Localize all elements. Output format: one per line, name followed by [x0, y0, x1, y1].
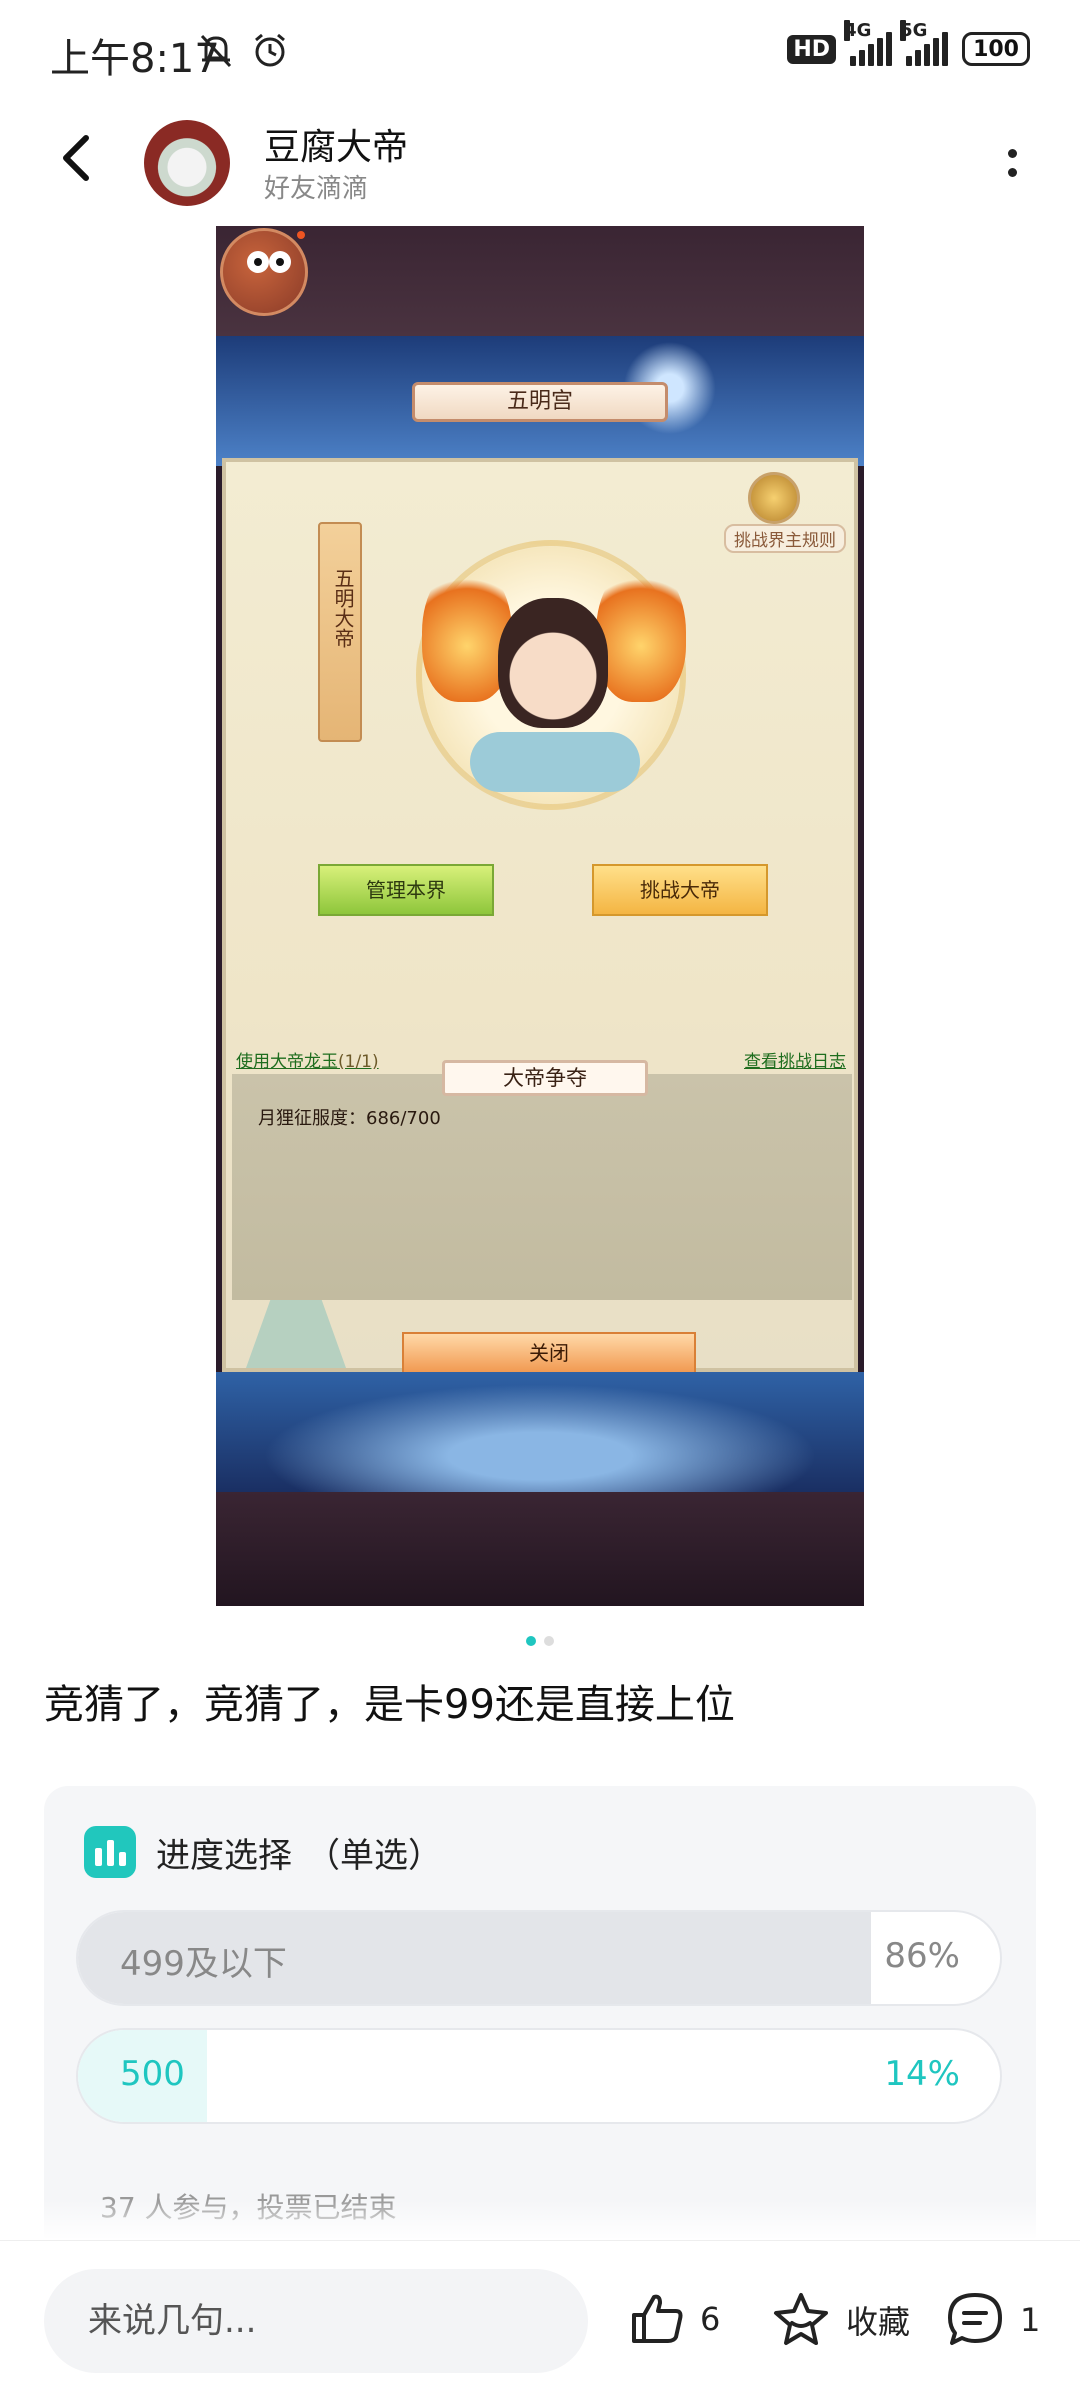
more-dot	[1007, 149, 1017, 158]
battery-level: 100	[973, 36, 1019, 62]
comment-bubble-icon	[948, 2293, 1002, 2345]
cloud-base	[470, 732, 640, 792]
rules-label[interactable]: 挑战界主规则	[724, 524, 846, 553]
post-header: 豆腐大帝 好友滴滴	[0, 110, 1080, 210]
poll-option[interactable]: 499及以下 86%	[76, 1910, 1002, 2006]
game-mascot-icon	[220, 228, 308, 316]
game-top-band	[216, 226, 864, 336]
status-bar: 上午8:17 HD 4G 5G 100	[0, 0, 1080, 110]
status-icons	[196, 30, 290, 70]
favorite-button[interactable]: 收藏	[770, 2289, 910, 2351]
comment-button[interactable]: 1	[944, 2289, 1040, 2351]
game-close-button[interactable]: 关闭	[402, 1332, 696, 1374]
signal-5g-icon: 5G	[900, 20, 949, 66]
flame-right	[596, 562, 686, 702]
game-panel: 五明大帝 挑战界主规则 管理本界 挑战大帝 使用大帝龙玉(1/1) 查看挑战日志…	[222, 458, 858, 1374]
notification-dot	[297, 231, 305, 239]
poll-card: 进度选择（单选） 499及以下 86% 500 14% 37 人参与，投票已结束	[44, 1786, 1036, 2256]
username[interactable]: 豆腐大帝	[264, 118, 408, 170]
use-jade-count: (1/1)	[338, 1052, 379, 1072]
poll-option-label: 500	[120, 2054, 185, 2094]
user-subtitle: 好友滴滴	[264, 174, 369, 204]
carousel-indicator	[0, 1636, 1080, 1646]
favorite-label: 收藏	[846, 2303, 911, 2341]
star-icon	[774, 2293, 828, 2345]
scroll-text: 五明大帝	[331, 568, 355, 648]
back-button[interactable]	[48, 128, 108, 188]
carousel-dot[interactable]	[544, 1636, 554, 1646]
battery-icon: 100	[962, 32, 1030, 66]
challenge-button[interactable]: 挑战大帝	[592, 864, 768, 916]
thumbs-up-icon	[632, 2294, 683, 2343]
bottom-action-bar: 6 收藏 1	[0, 2240, 1080, 2400]
poll-option[interactable]: 500 14%	[76, 2028, 1002, 2124]
bar-chart-icon	[84, 1826, 136, 1878]
bottom-fade	[0, 2200, 1080, 2240]
status-right: HD 4G 5G 100	[787, 20, 1030, 66]
mute-bell-icon	[200, 34, 232, 68]
mascot-eye	[247, 251, 269, 273]
net-type-label: 5G	[900, 20, 928, 41]
chevron-left-icon	[63, 135, 89, 181]
title-scroll: 五明大帝	[318, 522, 362, 742]
comment-input[interactable]	[44, 2269, 588, 2373]
more-dot	[1007, 168, 1017, 177]
post-image[interactable]: 五明宫 五明大帝 挑战界主规则 管理本界 挑战大帝 使用大帝龙玉(1/1) 查看…	[216, 226, 864, 1606]
status-time: 上午8:17	[50, 36, 220, 82]
net-type-label: 4G	[844, 20, 872, 41]
challenge-log-link[interactable]: 查看挑战日志	[744, 1047, 846, 1072]
game-sky-bottom	[216, 1372, 864, 1492]
poll-option-label: 499及以下	[120, 1944, 287, 1984]
poll-title-text: 进度选择	[156, 1836, 292, 1876]
manage-realm-button[interactable]: 管理本界	[318, 864, 494, 916]
alarm-icon	[255, 33, 285, 67]
comment-count: 1	[1020, 2301, 1041, 2339]
like-button[interactable]: 6	[626, 2289, 720, 2349]
poll-option-percent: 86%	[884, 1936, 960, 1976]
use-jade-label: 使用大帝龙玉	[236, 1052, 338, 1072]
game-palace-title: 五明宫	[412, 382, 668, 422]
game-bottom-band	[216, 1492, 864, 1606]
avatar[interactable]	[144, 120, 230, 206]
poll-type: （单选）	[306, 1836, 442, 1876]
conquest-progress: 月狸征服度：686/700	[258, 1108, 441, 1129]
more-options-button[interactable]	[1000, 138, 1024, 188]
contest-box: 月狸征服度：686/700	[232, 1074, 852, 1300]
use-jade-link[interactable]: 使用大帝龙玉(1/1)	[236, 1047, 379, 1072]
signal-4g-icon: 4G	[844, 20, 893, 66]
character-portrait	[498, 598, 608, 728]
poll-option-percent: 14%	[884, 2054, 960, 2094]
rules-medal-icon[interactable]	[748, 472, 800, 524]
like-count: 6	[700, 2300, 721, 2338]
mascot-eye	[269, 251, 291, 273]
poll-title: 进度选择 （单选）	[156, 1828, 442, 1877]
post-text: 竞猜了，竞猜了，是卡99还是直接上位	[44, 1682, 735, 1728]
contest-title: 大帝争夺	[442, 1060, 648, 1096]
carousel-dot[interactable]	[526, 1636, 536, 1646]
hd-badge: HD	[787, 34, 837, 64]
